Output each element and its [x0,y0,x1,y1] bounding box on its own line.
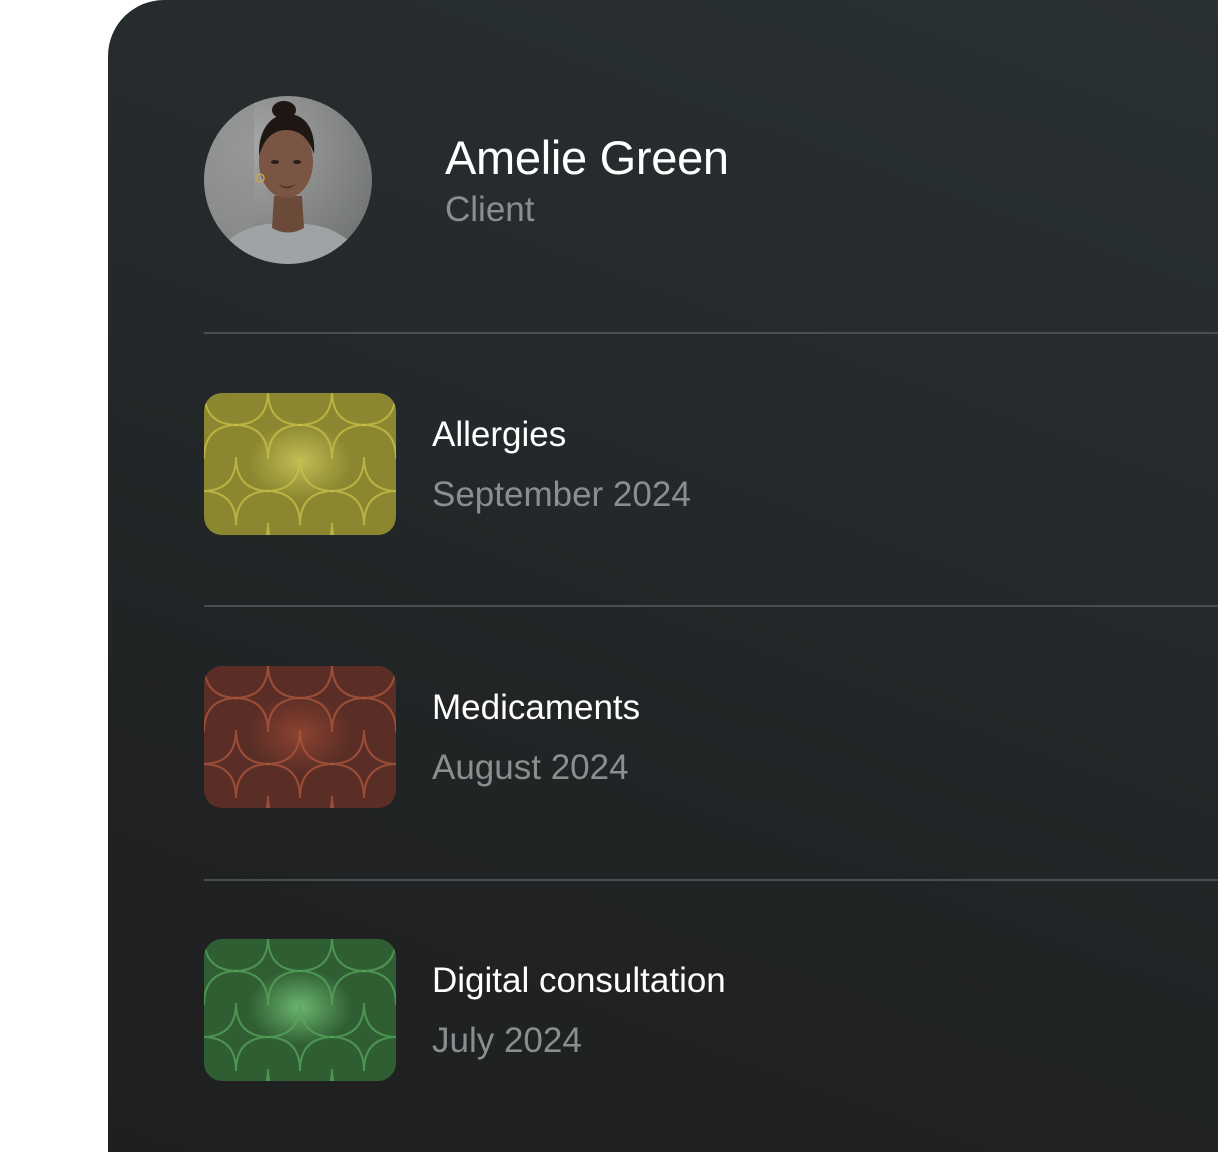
record-date: September 2024 [432,475,691,514]
star-pattern-icon [204,393,396,535]
record-title: Medicaments [432,688,641,727]
record-date: July 2024 [432,1021,582,1060]
star-pattern-icon [204,939,396,1081]
record-title: Allergies [432,415,567,454]
avatar[interactable] [204,96,372,264]
record-item-digital-consultation[interactable]: Digital consultation July 2024 [204,939,1218,1081]
record-title: Digital consultation [432,961,726,1000]
avatar-photo-icon [204,96,372,264]
star-pattern-icon [204,666,396,808]
record-item-allergies[interactable]: Allergies September 2024 [204,393,1218,535]
profile-role: Client [445,190,535,229]
divider [204,879,1218,881]
record-item-medicaments[interactable]: Medicaments August 2024 [204,666,1218,808]
profile-name: Amelie Green [445,131,729,184]
divider [204,332,1218,334]
divider [204,605,1218,607]
record-date: August 2024 [432,748,629,787]
client-card: Amelie Green Client Allergies September … [108,0,1218,1152]
